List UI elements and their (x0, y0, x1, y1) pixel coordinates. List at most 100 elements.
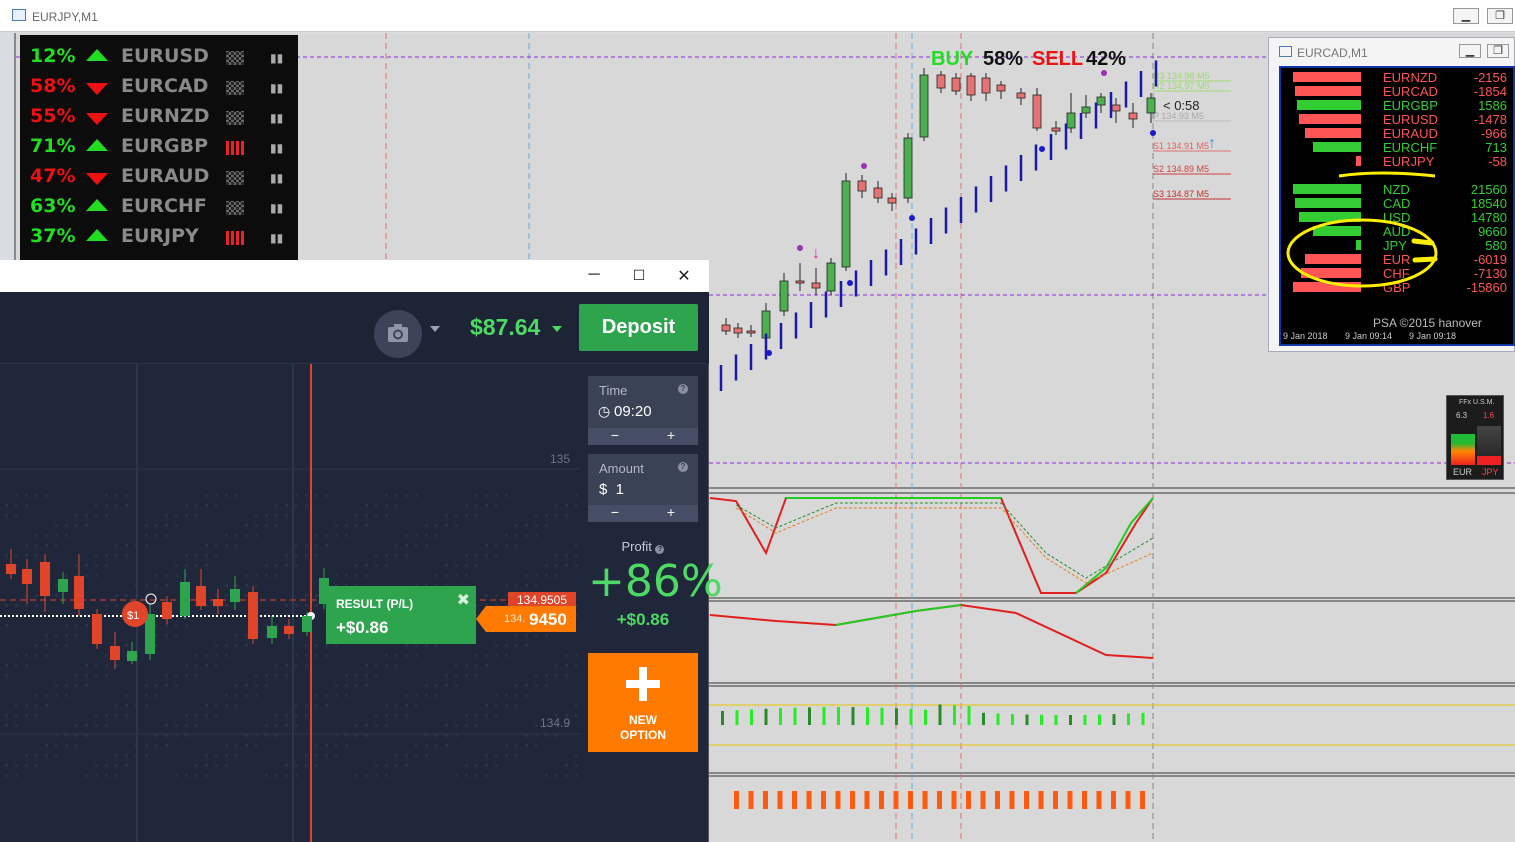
amount-minus-button[interactable]: − (588, 504, 642, 520)
meter-left-value: 6.3 (1456, 411, 1468, 420)
time-minus-button[interactable]: − (588, 427, 642, 443)
close-button[interactable]: ✕ (674, 266, 694, 286)
deposit-button[interactable]: Deposit (579, 304, 698, 351)
arrow-up-icon: ↑ (1208, 135, 1216, 152)
candle (6, 564, 16, 574)
time-value[interactable]: 09:20 (614, 403, 652, 420)
time-label: Time (599, 383, 628, 398)
candle (22, 569, 32, 584)
usm-meter-widget: FFx U.S.M. 6.3 1.6 EUR JPY (1446, 395, 1504, 480)
candle (1096, 96, 1106, 106)
chevron-down-icon[interactable] (430, 326, 440, 332)
help-icon[interactable]: ? (678, 384, 688, 394)
candle (1066, 112, 1076, 129)
meter-right-fill (1477, 456, 1501, 465)
candle (1081, 106, 1091, 114)
new-option-button[interactable]: NEW OPTION (588, 653, 698, 752)
help-icon[interactable]: ? (655, 545, 665, 554)
restore-button[interactable]: ❐ (1487, 8, 1513, 24)
platform-candles: $1 (0, 364, 580, 842)
candle (841, 180, 851, 268)
candle (248, 592, 258, 639)
screenshot-button[interactable] (374, 310, 422, 358)
candle (196, 586, 206, 606)
signal-text: BUY (931, 48, 974, 70)
meter-left-bar (1451, 434, 1475, 465)
eurcad-window[interactable]: EURCAD,M1 ▁ ❐ 9 Jan 2018 9 Jan 09:14 9 J… (1268, 37, 1515, 352)
strength-percent: 63% (30, 195, 76, 217)
level-label: R2 134.97 M5 (1153, 81, 1210, 91)
strength-percent: 12% (30, 45, 76, 67)
strength-row: 63% EURCHF ▮▮ (28, 193, 296, 221)
grid-icon (226, 201, 244, 215)
bars-icon: ▮▮ (270, 141, 284, 155)
strength-row: 47% EURAUD ▮▮ (28, 163, 296, 191)
candle (873, 187, 883, 199)
candle (981, 77, 991, 94)
candle (936, 74, 946, 89)
candle (1111, 104, 1121, 112)
candle (213, 599, 223, 606)
signal-text: 42% (1086, 48, 1126, 70)
pair-name: EURCAD (121, 75, 209, 97)
level-label: S1 134.91 M5 (1153, 141, 1209, 151)
candle (1128, 112, 1138, 120)
strength-row: 12% EURUSD ▮▮ (28, 43, 296, 71)
candle (1016, 92, 1026, 99)
close-icon[interactable]: ✖ (457, 590, 470, 610)
help-icon[interactable]: ? (678, 462, 688, 472)
mt4-window-titlebar[interactable]: EURJPY,M1 ▁ ❐ (0, 0, 1515, 32)
candle (1051, 127, 1061, 132)
candle (267, 626, 277, 638)
platform-titlebar[interactable]: ─ ☐ ✕ (0, 260, 709, 292)
arrow-down-icon: ↓ (812, 245, 820, 262)
account-balance[interactable]: $87.64 (470, 314, 540, 341)
candle (127, 651, 137, 661)
candle (74, 576, 84, 609)
price-prefix: 134. (504, 613, 526, 625)
candle (40, 562, 50, 596)
candle (811, 282, 821, 289)
platform-header: $87.64 Deposit (0, 292, 709, 364)
strength-row: 71% EURGBP ▮▮ (28, 133, 296, 161)
amount-plus-button[interactable]: + (644, 504, 698, 520)
strength-percent: 71% (30, 135, 76, 157)
result-popup: RESULT (P/L) +$0.86 ✖ (326, 586, 476, 644)
clock-icon: ◷ (598, 403, 611, 419)
candle (733, 327, 743, 334)
candle (302, 616, 312, 632)
bars-icon: ▮▮ (270, 81, 284, 95)
arrow-down-icon (86, 173, 108, 185)
candle (887, 197, 897, 204)
minimize-button[interactable]: ─ (584, 266, 604, 284)
candle (1032, 94, 1042, 129)
camera-icon (388, 324, 408, 342)
level-label: S3 134.87 M5 (1153, 189, 1209, 199)
bars-icon: ▮▮ (270, 171, 284, 185)
meter-left-currency: EUR (1453, 467, 1473, 477)
strength-percent: 55% (30, 105, 76, 127)
time-plus-button[interactable]: + (644, 427, 698, 443)
minimize-button[interactable]: ▁ (1453, 8, 1479, 24)
pair-name: EURGBP (121, 135, 209, 157)
platform-chart[interactable]: $1 135 134.9 RESULT (P/L) +$0.86 ✖ 134.9… (0, 364, 580, 842)
candle (795, 280, 805, 284)
candle (746, 330, 756, 334)
trading-platform-window[interactable]: ─ ☐ ✕ $87.64 Deposit $1 135 134.9 RESULT… (0, 260, 723, 842)
strength-percent: 47% (30, 165, 76, 187)
strength-row: 58% EURCAD ▮▮ (28, 73, 296, 101)
result-value: +$0.86 (336, 618, 389, 637)
amount-label: Amount (599, 461, 644, 476)
arrow-down-icon (86, 113, 108, 125)
amount-value[interactable]: $ 1 (599, 481, 624, 498)
amount-field[interactable]: Amount ? $ 1 (588, 454, 698, 507)
arrow-up-icon (86, 49, 108, 61)
candle (779, 280, 789, 312)
time-stepper: − + (588, 427, 698, 445)
pair-name: EURUSD (121, 45, 209, 67)
time-field[interactable]: Time ? ◷ 09:20 (588, 376, 698, 429)
bars-icon: ▮▮ (270, 231, 284, 245)
candle (903, 137, 913, 199)
maximize-button[interactable]: ☐ (629, 267, 649, 284)
chevron-down-icon[interactable] (552, 326, 562, 332)
